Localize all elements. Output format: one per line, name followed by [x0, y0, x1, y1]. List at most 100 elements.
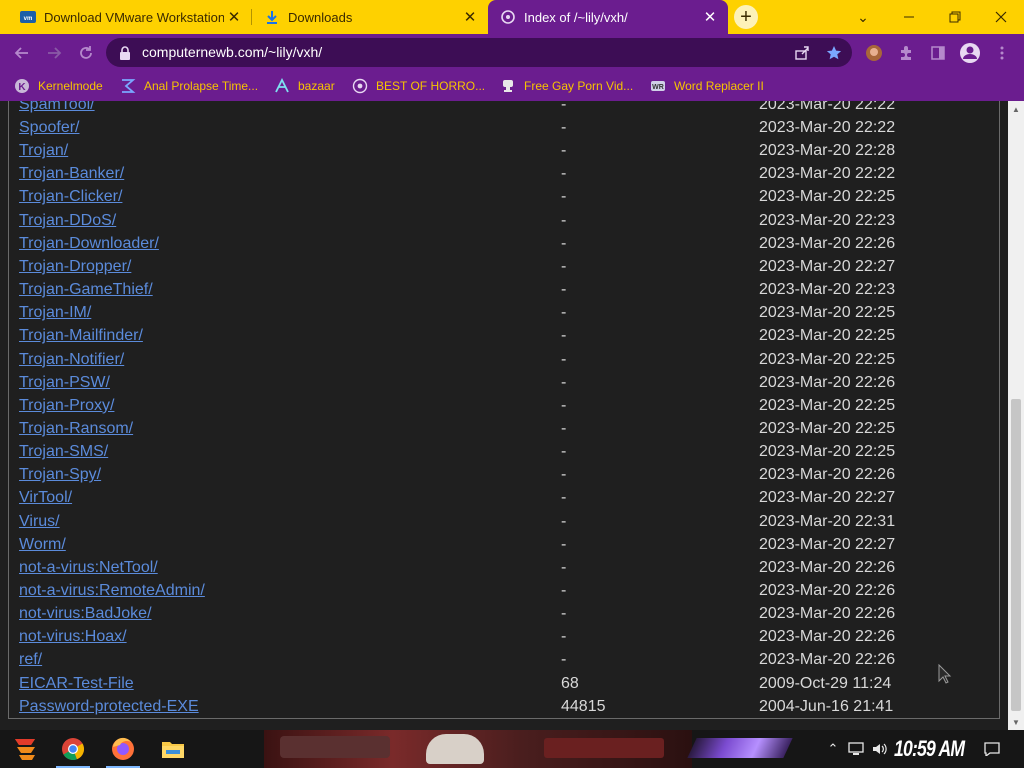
address-bar[interactable]: computernewb.com/~lily/vxh/ [106, 38, 852, 67]
globe-icon [352, 78, 368, 94]
close-tab-icon[interactable]: ✕ [700, 7, 720, 27]
file-modified: 2023-Mar-20 22:28 [759, 142, 896, 160]
file-link[interactable]: Trojan-Clicker/ [19, 188, 122, 206]
table-row: Trojan-GameThief/ - 2023-Mar-20 22:23 [9, 279, 999, 302]
tab-search-icon[interactable]: ⌄ [840, 0, 886, 34]
tray-chevron-icon[interactable]: ⌃ [826, 730, 840, 768]
file-size: - [561, 304, 567, 322]
tab-vmware[interactable]: vm Download VMware Workstation ✕ [8, 0, 252, 34]
file-link[interactable]: ref/ [19, 651, 42, 669]
close-tab-icon[interactable]: ✕ [460, 7, 480, 27]
menu-kebab-icon[interactable] [989, 40, 1015, 66]
new-tab-button[interactable]: + [734, 5, 758, 29]
bookmark-bazaar[interactable]: bazaar [274, 77, 335, 95]
network-icon[interactable] [846, 730, 866, 768]
bookmark-free-gay-porn[interactable]: Free Gay Porn Vid... [500, 77, 633, 95]
vertical-scrollbar[interactable]: ▲ ▼ [1008, 101, 1024, 730]
start-icon[interactable] [2, 730, 48, 768]
file-link[interactable]: Password-protected-EXE [19, 698, 199, 716]
file-modified: 2023-Mar-20 22:26 [759, 605, 896, 623]
file-link[interactable]: Spoofer/ [19, 119, 79, 137]
file-link[interactable]: not-virus:Hoax/ [19, 628, 127, 646]
file-size: - [561, 119, 567, 136]
volume-icon[interactable] [870, 730, 890, 768]
file-link[interactable]: Trojan-SMS/ [19, 443, 108, 461]
tab-title: Download VMware Workstation [44, 9, 224, 25]
scroll-up-icon[interactable]: ▲ [1008, 101, 1024, 117]
share-icon[interactable] [792, 43, 812, 63]
file-modified: 2023-Mar-20 22:22 [759, 119, 896, 136]
file-link[interactable]: Trojan-IM/ [19, 304, 91, 322]
bookmark-anal-prolapse[interactable]: Anal Prolapse Time... [120, 77, 258, 95]
url-text[interactable]: computernewb.com/~lily/vxh/ [142, 44, 322, 60]
close-tab-icon[interactable]: ✕ [224, 7, 244, 27]
file-size: - [561, 558, 567, 576]
back-icon[interactable] [9, 40, 35, 66]
file-link[interactable]: Trojan-Proxy/ [19, 397, 114, 415]
tab-title: Index of /~lily/vxh/ [524, 9, 628, 25]
file-link[interactable]: SpamTool/ [19, 101, 95, 114]
table-row: Trojan-PSW/ - 2023-Mar-20 22:26 [9, 372, 999, 395]
svg-text:vm: vm [24, 16, 33, 22]
file-link[interactable]: Trojan-Mailfinder/ [19, 327, 143, 345]
file-link[interactable]: Trojan-Ransom/ [19, 420, 133, 438]
file-link[interactable]: Virus/ [19, 513, 60, 531]
file-link[interactable]: Worm/ [19, 536, 66, 554]
file-link[interactable]: Trojan-DDoS/ [19, 212, 116, 230]
table-row: not-virus:Hoax/ - 2023-Mar-20 22:26 [9, 626, 999, 649]
kernelmode-icon: K [14, 78, 30, 94]
file-modified: 2023-Mar-20 22:22 [759, 165, 896, 183]
file-link[interactable]: EICAR-Test-File [19, 675, 134, 693]
bookmark-kernelmode[interactable]: K Kernelmode [14, 77, 103, 95]
file-link[interactable]: Trojan-Dropper/ [19, 258, 131, 276]
profile-icon[interactable] [957, 40, 983, 66]
file-size: - [561, 327, 567, 345]
file-link[interactable]: Trojan-Downloader/ [19, 235, 159, 253]
file-link[interactable]: Trojan-GameThief/ [19, 281, 153, 299]
file-explorer-icon[interactable] [150, 730, 196, 768]
file-modified: 2023-Mar-20 22:26 [759, 466, 896, 484]
table-row: Trojan-Proxy/ - 2023-Mar-20 22:25 [9, 395, 999, 418]
file-link[interactable]: Trojan/ [19, 142, 68, 160]
restore-button[interactable] [932, 0, 978, 34]
clock[interactable]: 10:59 AM [894, 736, 965, 762]
file-link[interactable]: not-a-virus:RemoteAdmin/ [19, 582, 205, 600]
file-modified: 2023-Mar-20 22:25 [759, 396, 896, 414]
file-link[interactable]: Trojan-PSW/ [19, 374, 110, 392]
extension-avatar-icon[interactable] [861, 40, 887, 66]
table-row: Trojan-IM/ - 2023-Mar-20 22:25 [9, 302, 999, 325]
svg-text:K: K [18, 82, 26, 93]
bookmark-star-icon[interactable] [824, 43, 844, 63]
file-link[interactable]: Trojan-Spy/ [19, 466, 101, 484]
file-link[interactable]: not-virus:BadJoke/ [19, 605, 152, 623]
close-window-button[interactable] [978, 0, 1024, 34]
file-link[interactable]: not-a-virus:NetTool/ [19, 559, 158, 577]
file-modified: 2023-Mar-20 22:23 [759, 281, 896, 299]
forward-icon[interactable] [41, 40, 67, 66]
file-link[interactable]: Trojan-Notifier/ [19, 351, 124, 369]
side-panel-icon[interactable] [925, 40, 951, 66]
file-modified: 2023-Mar-20 22:22 [759, 101, 896, 113]
lock-icon [120, 46, 130, 60]
download-icon [264, 9, 280, 25]
file-modified: 2023-Mar-20 22:26 [759, 582, 896, 599]
tab-index-lily[interactable]: Index of /~lily/vxh/ ✕ [488, 0, 728, 34]
minimize-button[interactable] [886, 0, 932, 34]
chrome-icon[interactable] [50, 730, 96, 768]
scroll-down-icon[interactable]: ▼ [1008, 714, 1024, 730]
file-size: - [561, 350, 567, 368]
table-row: Trojan-Banker/ - 2023-Mar-20 22:22 [9, 163, 999, 186]
tab-title: Downloads [288, 9, 353, 25]
table-row: EICAR-Test-File 68 2009-Oct-29 11:24 [9, 673, 999, 696]
firefox-icon[interactable] [100, 730, 146, 768]
tab-downloads[interactable]: Downloads ✕ [252, 0, 488, 34]
file-link[interactable]: VirTool/ [19, 489, 72, 507]
file-link[interactable]: Trojan-Banker/ [19, 165, 124, 183]
extensions-puzzle-icon[interactable] [893, 40, 919, 66]
bookmark-word-replacer[interactable]: WR Word Replacer II [650, 77, 764, 95]
file-modified: 2023-Mar-20 22:27 [759, 535, 896, 553]
scrollbar-thumb[interactable] [1011, 399, 1021, 711]
notifications-icon[interactable] [980, 730, 1004, 768]
reload-icon[interactable] [73, 40, 99, 66]
bookmark-best-of-horror[interactable]: BEST OF HORRO... [352, 77, 485, 95]
